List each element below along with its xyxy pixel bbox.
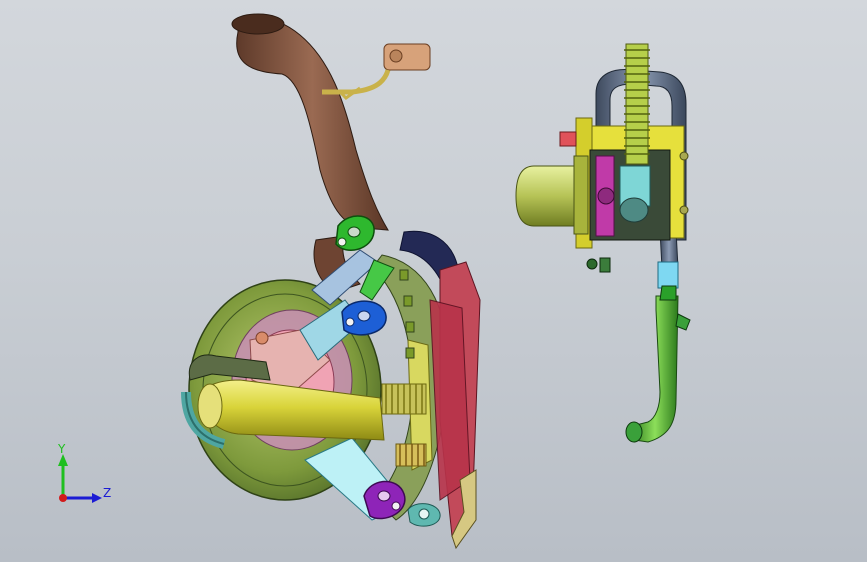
model-part-shape bbox=[657, 261, 679, 289]
model-part-shape bbox=[255, 331, 269, 345]
model-part-shape bbox=[405, 321, 415, 333]
model-part-shape bbox=[619, 197, 649, 223]
model-part-shape bbox=[337, 237, 347, 247]
tail-pipe bbox=[236, 16, 389, 231]
model-part-shape bbox=[347, 226, 361, 238]
rubber-isolator-blue bbox=[341, 300, 387, 336]
model-part-shape bbox=[679, 151, 689, 161]
model-part-shape bbox=[377, 490, 391, 502]
model-part-shape bbox=[573, 155, 589, 235]
tail-pipe-outlet bbox=[231, 13, 285, 35]
model-part-shape bbox=[345, 317, 355, 327]
y-axis-label: Y bbox=[57, 442, 66, 456]
model-part-shape bbox=[625, 421, 643, 443]
model-part-shape bbox=[418, 508, 430, 520]
model-part-shape bbox=[405, 347, 415, 359]
green-tail-pipe bbox=[631, 295, 679, 443]
model-part-shape bbox=[357, 310, 371, 322]
rubber-isolator-green bbox=[335, 215, 375, 251]
model-part-shape bbox=[92, 493, 102, 503]
exhaust-muffler-assembly-side-view[interactable] bbox=[181, 13, 481, 550]
model-part-shape bbox=[597, 187, 615, 205]
vertical-spring bbox=[624, 43, 650, 165]
model-part-shape bbox=[385, 384, 423, 414]
model-part-shape bbox=[559, 131, 577, 147]
coil-spring-upper bbox=[381, 383, 427, 415]
model-part-shape bbox=[403, 295, 413, 307]
coil-spring-lower bbox=[395, 443, 427, 467]
model-part-shape bbox=[659, 285, 677, 301]
model-part-shape bbox=[586, 258, 598, 270]
model-part-shape bbox=[399, 269, 409, 281]
cad-scene[interactable]: Y Z bbox=[0, 0, 867, 562]
orientation-triad: Y Z bbox=[57, 442, 111, 503]
model-part-shape bbox=[197, 383, 223, 429]
model-part-shape bbox=[59, 494, 67, 502]
model-part-shape bbox=[389, 49, 403, 63]
model-part-shape bbox=[679, 205, 689, 215]
z-axis-label: Z bbox=[103, 486, 111, 500]
cad-3d-viewport[interactable]: Y Z bbox=[0, 0, 867, 562]
hanger-bracket bbox=[322, 43, 431, 100]
model-part-shape bbox=[675, 313, 691, 331]
exhaust-muffler-assembly-rear-view[interactable] bbox=[515, 43, 691, 443]
model-part-shape bbox=[391, 501, 401, 511]
model-part-shape bbox=[599, 257, 611, 273]
rubber-isolator-teal bbox=[407, 503, 441, 527]
